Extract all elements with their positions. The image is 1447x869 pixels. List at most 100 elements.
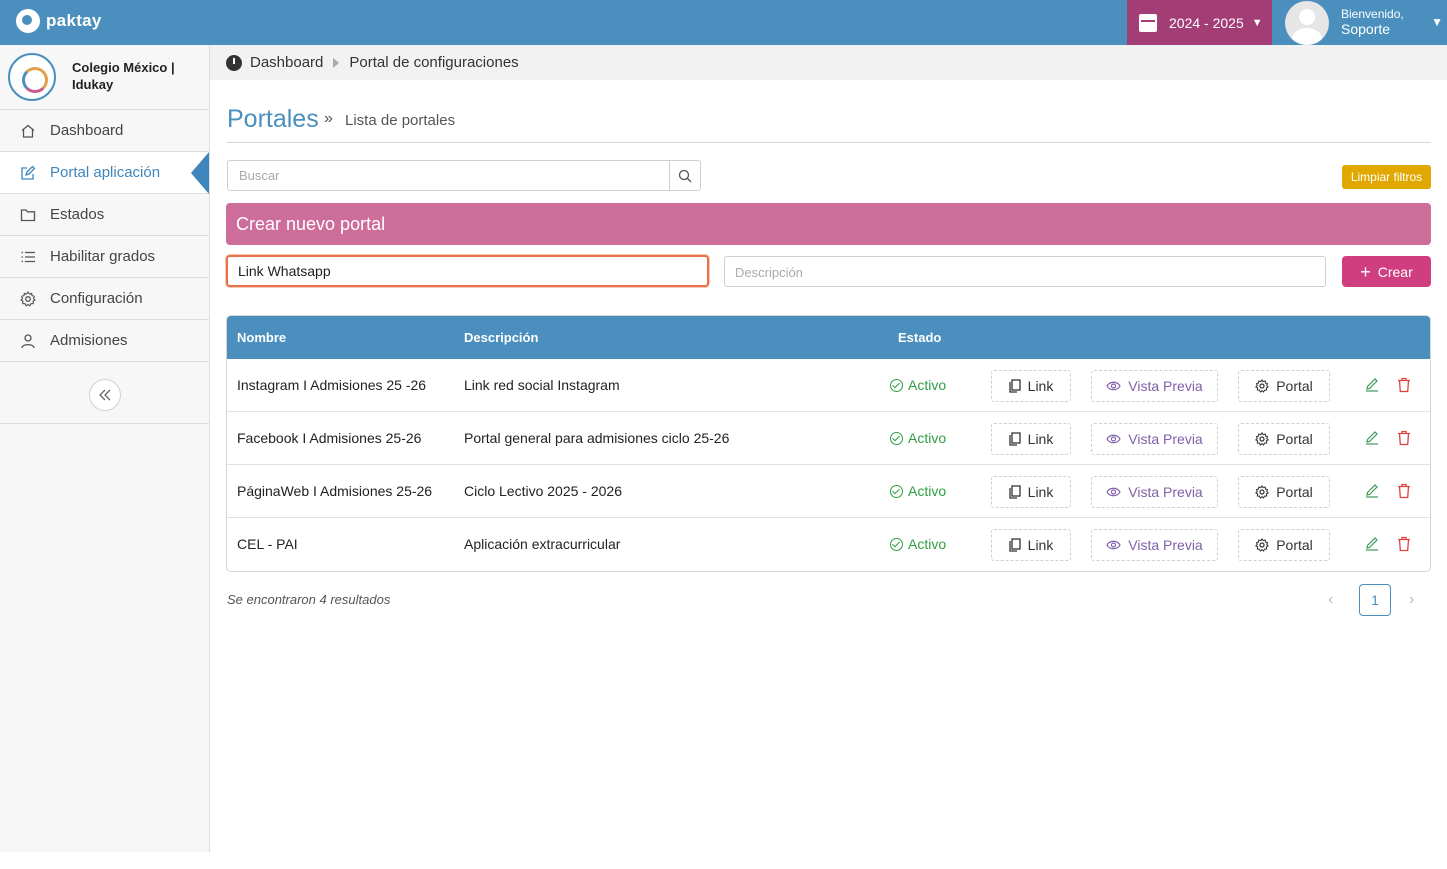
edit-icon[interactable]: [1364, 483, 1380, 502]
column-header-name: Nombre: [237, 330, 287, 345]
breadcrumb-dashboard[interactable]: Dashboard: [250, 54, 323, 71]
pagination-next-icon[interactable]: ›: [1409, 591, 1414, 609]
folder-icon: [20, 207, 36, 223]
portal-name-field-wrap: [226, 255, 709, 287]
portal-description: Aplicación extracurricular: [464, 536, 621, 552]
portal-name: CEL - PAI: [237, 536, 298, 552]
portal-name: Facebook I Admisiones 25-26: [237, 430, 422, 446]
table-row: PáginaWeb I Admisiones 25-26 Ciclo Lecti…: [227, 465, 1430, 518]
copy-icon: [1009, 432, 1021, 446]
search-box: [227, 160, 701, 191]
calendar-icon: [1139, 13, 1157, 32]
user-menu[interactable]: Bienvenido, Soporte ▼: [1285, 0, 1445, 45]
portal-description-field-wrap: [724, 256, 1326, 287]
status-badge: Activo: [890, 377, 946, 393]
portal-button[interactable]: Portal: [1238, 423, 1330, 455]
school-header: Colegio México | Idukay: [0, 45, 209, 110]
preview-button[interactable]: Vista Previa: [1091, 476, 1218, 508]
eye-icon: [1106, 381, 1121, 391]
check-circle-icon: [890, 378, 903, 392]
sidebar-item-label: Portal aplicación: [50, 164, 161, 181]
preview-button[interactable]: Vista Previa: [1091, 529, 1218, 561]
sidebar-item-portal-aplicacion[interactable]: Portal aplicación: [0, 152, 209, 194]
sidebar-item-estados[interactable]: Estados: [0, 194, 209, 236]
school-name: Colegio México | Idukay: [72, 60, 175, 92]
status-badge: Activo: [890, 430, 946, 446]
edit-icon[interactable]: [1364, 377, 1380, 396]
trash-icon[interactable]: [1397, 430, 1411, 449]
gear-icon: [1255, 538, 1270, 552]
pagination-page-button[interactable]: 1: [1359, 584, 1391, 616]
breadcrumb: Dashboard Portal de configuraciones: [210, 45, 1447, 80]
search-button[interactable]: [669, 161, 700, 190]
link-button[interactable]: Link: [991, 370, 1071, 402]
school-logo-icon: [8, 53, 56, 101]
preview-button[interactable]: Vista Previa: [1091, 370, 1218, 402]
sidebar-item-dashboard[interactable]: Dashboard: [0, 110, 209, 152]
sidebar-item-configuracion[interactable]: Configuración: [0, 278, 209, 320]
gear-icon: [1255, 432, 1270, 446]
edit-icon[interactable]: [1364, 430, 1380, 449]
pagination-prev-icon[interactable]: ‹: [1328, 591, 1333, 609]
user-icon: [20, 333, 36, 349]
collapse-sidebar-button[interactable]: [89, 379, 121, 411]
column-header-status: Estado: [898, 330, 942, 345]
paktay-logo-icon: [16, 9, 40, 33]
portal-description: Ciclo Lectivo 2025 - 2026: [464, 483, 622, 499]
page-subtitle: Lista de portales: [345, 112, 456, 129]
edit-icon: [20, 165, 36, 181]
home-icon: [20, 123, 36, 139]
gear-icon: [1255, 379, 1270, 393]
portals-table: Nombre Descripción Estado Instagram I Ad…: [226, 315, 1431, 572]
caret-down-icon: ▼: [1251, 16, 1263, 29]
copy-icon: [1009, 379, 1021, 393]
sidebar-item-habilitar-grados[interactable]: Habilitar grados: [0, 236, 209, 278]
table-row: CEL - PAI Aplicación extracurricular Act…: [227, 518, 1430, 571]
sidebar-item-admisiones[interactable]: Admisiones: [0, 320, 209, 362]
sidebar-item-label: Estados: [50, 206, 105, 223]
portal-button[interactable]: Portal: [1238, 370, 1330, 402]
eye-icon: [1106, 434, 1121, 444]
table-row: Instagram I Admisiones 25 -26 Link red s…: [227, 359, 1430, 412]
status-badge: Activo: [890, 536, 946, 552]
search-input[interactable]: [228, 161, 670, 190]
edit-icon[interactable]: [1364, 536, 1380, 555]
link-button[interactable]: Link: [991, 529, 1071, 561]
portal-name-input[interactable]: [228, 257, 707, 285]
check-circle-icon: [890, 484, 903, 498]
clear-filters-button[interactable]: Limpiar filtros: [1342, 165, 1431, 189]
status-badge: Activo: [890, 483, 946, 499]
sidebar: Colegio México | Idukay Dashboard Portal…: [0, 45, 210, 852]
breadcrumb-current: Portal de configuraciones: [349, 54, 519, 71]
trash-icon[interactable]: [1397, 536, 1411, 555]
trash-icon[interactable]: [1397, 377, 1411, 396]
user-name: Soporte: [1341, 21, 1391, 38]
double-chevron-left-icon: [99, 389, 111, 401]
welcome-text: Bienvenido,: [1341, 6, 1404, 21]
portal-button[interactable]: Portal: [1238, 529, 1330, 561]
search-icon: [678, 169, 692, 182]
link-button[interactable]: Link: [991, 476, 1071, 508]
eye-icon: [1106, 487, 1121, 497]
school-year-selector[interactable]: 2024 - 2025 ▼: [1127, 0, 1272, 45]
portal-button[interactable]: Portal: [1238, 476, 1330, 508]
gear-icon: [20, 290, 36, 307]
title-separator: »: [324, 110, 333, 127]
page-title: Portales: [227, 105, 319, 133]
breadcrumb-separator-icon: [333, 57, 340, 68]
link-button[interactable]: Link: [991, 423, 1071, 455]
list-icon: [20, 249, 36, 265]
table-row: Facebook I Admisiones 25-26 Portal gener…: [227, 412, 1430, 465]
sidebar-item-label: Configuración: [50, 290, 143, 307]
app-logo[interactable]: paktay: [16, 9, 102, 33]
column-header-description: Descripción: [464, 330, 539, 345]
sidebar-item-label: Habilitar grados: [50, 248, 156, 265]
portal-description-input[interactable]: [725, 257, 1325, 286]
create-button[interactable]: + Crear: [1342, 256, 1431, 287]
trash-icon[interactable]: [1397, 483, 1411, 502]
preview-button[interactable]: Vista Previa: [1091, 423, 1218, 455]
top-bar: paktay 2024 - 2025 ▼ Bienvenido, Soporte…: [0, 0, 1447, 45]
plus-icon: +: [1360, 261, 1371, 282]
check-circle-icon: [890, 431, 903, 445]
table-header: Nombre Descripción Estado: [227, 316, 1430, 359]
